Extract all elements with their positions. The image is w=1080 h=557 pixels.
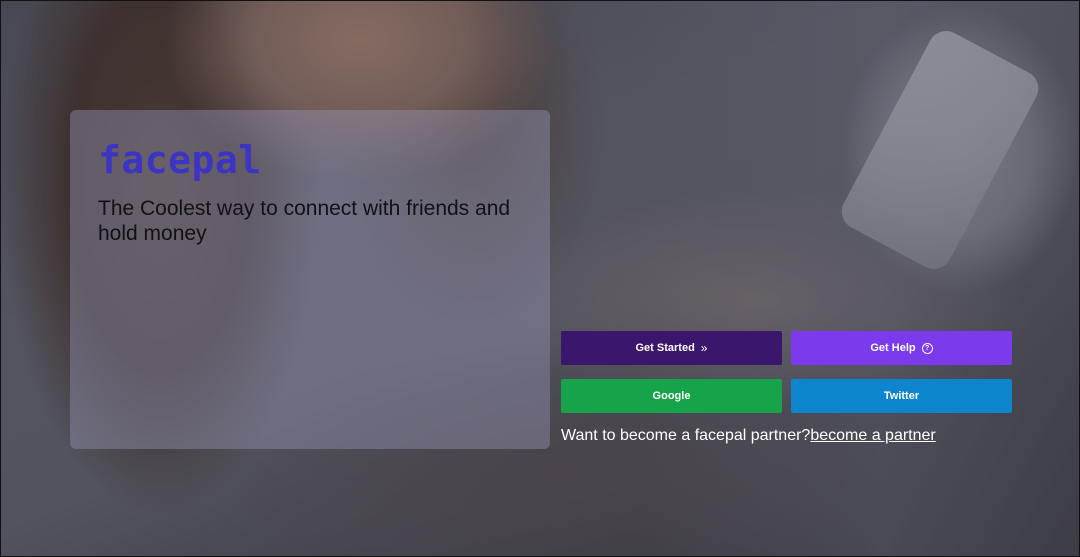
partner-prompt: Want to become a facepal partner?become …	[561, 427, 1012, 445]
get-help-button[interactable]: Get Help ?	[791, 331, 1012, 365]
get-started-button[interactable]: Get Started »	[561, 331, 782, 365]
get-started-label: Get Started	[635, 342, 695, 354]
twitter-button[interactable]: Twitter	[791, 379, 1012, 413]
primary-actions-row: Get Started » Get Help ?	[561, 331, 1012, 365]
question-circle-icon: ?	[921, 342, 933, 354]
twitter-label: Twitter	[883, 390, 920, 402]
google-label: Google	[652, 390, 691, 402]
action-panel: Get Started » Get Help ? Google Twitter …	[561, 331, 1012, 445]
partner-prompt-text: Want to become a facepal partner?	[561, 427, 811, 444]
brand-tagline: The Coolest way to connect with friends …	[98, 197, 511, 245]
get-help-label: Get Help	[870, 342, 916, 354]
hero-card: facepal The Coolest way to connect with …	[70, 110, 550, 449]
google-button[interactable]: Google	[561, 379, 782, 413]
brand-logo: facepal	[98, 138, 262, 182]
social-login-row: Google Twitter	[561, 379, 1012, 413]
become-partner-link[interactable]: become a partner	[810, 427, 935, 444]
double-chevron-right-icon: »	[700, 341, 708, 355]
landing-page: facepal The Coolest way to connect with …	[0, 0, 1080, 557]
